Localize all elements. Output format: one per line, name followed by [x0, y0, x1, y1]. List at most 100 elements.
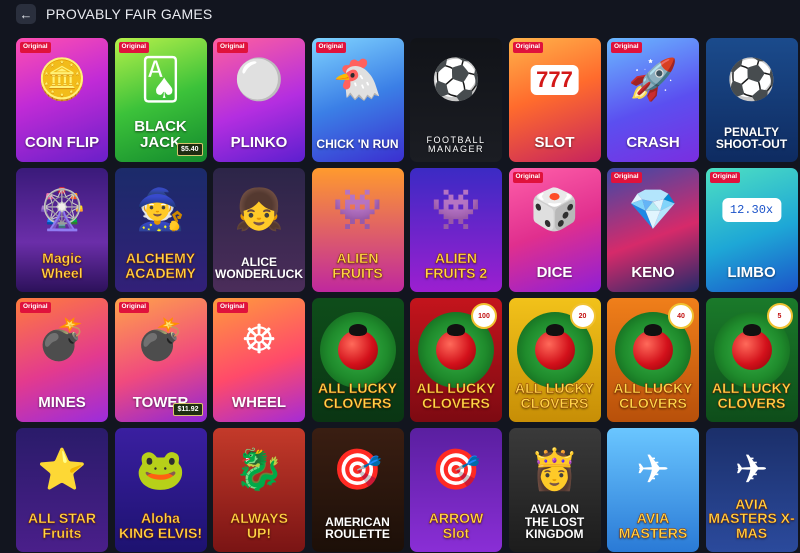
game-title: ARROW Slot [428, 510, 484, 541]
original-badge: Original [20, 302, 51, 313]
game-tile[interactable]: 🧙 ALCHEMY ACADEMY [114, 168, 207, 292]
game-tile[interactable]: 🚀 Original CRASH [607, 38, 699, 162]
game-title: ALIEN FRUITS [332, 250, 383, 281]
roulette-icon: 🎯 [332, 448, 383, 493]
game-tile[interactable]: 🐉 ALWAYS UP! [213, 428, 305, 552]
back-button[interactable]: ← [16, 4, 36, 24]
game-tile[interactable]: 💣 Original TOWER $11.92 [114, 298, 207, 422]
airplane-icon: ✈ [636, 448, 670, 493]
game-tile[interactable]: ✈ AVIA MASTERS [607, 428, 699, 552]
game-tile[interactable]: 🪙 Original COIN FLIP [16, 38, 108, 162]
original-badge: Original [709, 172, 741, 183]
game-title: AVIA MASTERS [618, 510, 688, 541]
original-badge: Original [512, 42, 544, 53]
original-badge: Original [512, 172, 544, 183]
game-tile[interactable]: ☸ Original WHEEL [213, 298, 305, 422]
game-title: ALL LUCKY CLOVERS [613, 380, 693, 411]
game-title: ALIEN FRUITS 2 [424, 250, 488, 281]
game-title: CHICK 'N RUN [316, 136, 399, 151]
original-badge: Original [611, 42, 642, 53]
game-title: PLINKO [230, 133, 288, 151]
original-badge: Original [217, 302, 248, 313]
football-player-icon: ⚽ [431, 58, 481, 103]
game-title: AVALON THE LOST KINGDOM [524, 502, 585, 541]
game-tile[interactable]: ⭐ ALL STAR Fruits [16, 428, 108, 552]
game-tile[interactable]: 🐸 Aloha KING ELVIS! [114, 428, 207, 552]
original-badge: Original [118, 302, 150, 313]
game-title: FOOTBALL MANAGER [426, 134, 486, 154]
airplane-icon: ✈ [734, 448, 769, 493]
playing-card-icon: 🂡 [140, 58, 181, 103]
arrow-left-icon: ← [19, 6, 33, 22]
game-tile[interactable]: 🂡 Original BLACK JACK $5.40 [114, 38, 207, 162]
game-title: ALL LUCKY CLOVERS [514, 380, 595, 411]
original-badge: Original [217, 42, 248, 53]
game-title: COIN FLIP [24, 133, 100, 151]
alien-fruit-icon: 👾 [431, 188, 481, 233]
game-title: ALCHEMY ACADEMY [125, 250, 196, 281]
game-title: DICE [536, 263, 573, 281]
lines-badge: 100 [471, 303, 497, 329]
alien-fruit-icon: 👾 [332, 188, 383, 233]
gem-icon: 💎 [628, 188, 678, 233]
game-tile[interactable]: 👸 AVALON THE LOST KINGDOM [508, 428, 601, 552]
game-title: MINES [38, 393, 86, 411]
game-title: ALWAYS UP! [230, 510, 288, 541]
price-tag: $5.40 [176, 143, 203, 156]
game-tile[interactable]: ⚽ PENALTY SHOOT-OUT [705, 38, 798, 162]
game-tile[interactable]: 20 ALL LUCKY CLOVERS [508, 298, 601, 422]
game-tile[interactable]: 💣 Original MINES [16, 298, 108, 422]
game-title: KENO [631, 263, 675, 281]
multiplier-icon: 12.30x [721, 198, 782, 223]
lines-badge: 5 [766, 303, 793, 329]
original-badge: Original [118, 42, 150, 53]
page-title: PROVABLY FAIR GAMES [46, 6, 213, 22]
game-tile[interactable]: 5 ALL LUCKY CLOVERS [705, 298, 798, 422]
games-grid: 🪙 Original COIN FLIP 🂡 Original BLACK JACK $5.… [16, 38, 798, 552]
ladybug-icon [534, 330, 575, 371]
game-tile[interactable]: ⚪ Original PLINKO [213, 38, 305, 162]
game-title: ALL LUCKY CLOVERS [317, 380, 398, 411]
game-title: WHEEL [231, 393, 287, 411]
sorceress-icon: 👸 [529, 448, 580, 493]
game-title: Magic Wheel [41, 250, 83, 281]
ladybug-icon [436, 330, 476, 371]
game-tile[interactable]: 🎯 AMERICAN ROULETTE [311, 428, 404, 552]
game-title: LIMBO [727, 263, 776, 281]
game-tile[interactable]: 🎯 ARROW Slot [410, 428, 502, 552]
game-tile[interactable]: 👾 ALIEN FRUITS [311, 168, 404, 292]
game-tile[interactable]: ALL LUCKY CLOVERS [311, 298, 404, 422]
game-title: ALL STAR Fruits [28, 510, 96, 541]
game-title: PENALTY SHOOT-OUT [715, 124, 788, 151]
page-header: ← PROVABLY FAIR GAMES [0, 0, 800, 28]
soccer-player-icon: ⚽ [726, 58, 777, 103]
game-title: CRASH [626, 133, 680, 151]
game-tile[interactable]: ✈ AVIA MASTERS X-MAS [705, 428, 798, 552]
game-tile[interactable]: 👾 ALIEN FRUITS 2 [410, 168, 502, 292]
game-tile[interactable]: 40 ALL LUCKY CLOVERS [607, 298, 699, 422]
game-tile[interactable]: 👧 ALICE WONDERLUCK [213, 168, 305, 292]
arrow-wheel-icon: 🎯 [431, 448, 481, 493]
game-tile[interactable]: 100 ALL LUCKY CLOVERS [410, 298, 502, 422]
original-badge: Original [20, 42, 51, 53]
original-badge: Original [611, 172, 642, 183]
game-tile[interactable]: 💎 Original KENO [607, 168, 699, 292]
lines-badge: 40 [668, 303, 694, 329]
witch-icon: 🧙 [135, 188, 186, 233]
game-tile[interactable]: 🐔 Original CHICK 'N RUN [311, 38, 404, 162]
chicken-icon: 🐔 [332, 58, 383, 103]
game-title: ALL LUCKY CLOVERS [711, 380, 792, 411]
rocket-icon: 🚀 [628, 58, 678, 103]
original-badge: Original [315, 42, 347, 53]
ladybug-icon [731, 330, 772, 371]
game-title: SLOT [534, 133, 575, 151]
game-title: ALICE WONDERLUCK [215, 254, 303, 281]
game-tile[interactable]: 12.30x Original LIMBO [705, 168, 798, 292]
game-tile[interactable]: 🎡 Magic Wheel [16, 168, 108, 292]
game-tile[interactable]: 777 Original SLOT [508, 38, 601, 162]
game-tile[interactable]: 🎲 Original DICE [508, 168, 601, 292]
ladybug-icon [633, 330, 673, 371]
game-tile[interactable]: ⚽ FOOTBALL MANAGER [410, 38, 502, 162]
lines-badge: 20 [569, 303, 596, 329]
wheel-icon: ☸ [241, 318, 277, 363]
